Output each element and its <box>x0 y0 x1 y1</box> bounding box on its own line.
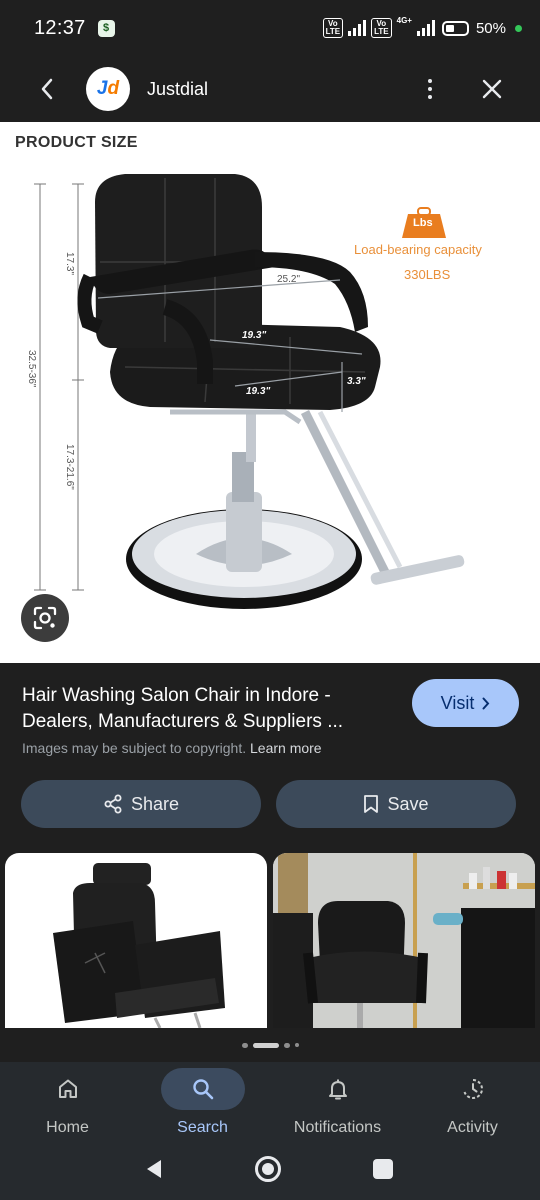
privacy-indicator-dot <box>515 24 522 32</box>
carousel-indicator <box>0 1028 540 1062</box>
nav-notifications-icon-wrap <box>296 1068 380 1110</box>
carousel-dot <box>283 1042 290 1048</box>
salon-interior-image <box>273 853 535 1028</box>
carousel-dot <box>294 1043 299 1047</box>
close-icon <box>482 79 502 99</box>
site-logo[interactable]: Jd <box>86 67 130 111</box>
logo-letter-j: J <box>96 78 108 99</box>
nav-activity-label: Activity <box>447 1119 498 1136</box>
back-button[interactable] <box>23 65 71 113</box>
site-name[interactable]: Justdial <box>147 79 208 100</box>
dim-seat-thickness: 3.3" <box>347 376 366 387</box>
system-home-icon[interactable] <box>255 1156 281 1182</box>
dim-backrest-height: 17.3" <box>64 252 75 276</box>
carousel-dot-active <box>252 1042 279 1048</box>
visit-button[interactable]: Visit <box>412 679 519 727</box>
main-image[interactable]: PRODUCT SIZE Lbs Load-bearing capacity 3… <box>0 122 540 663</box>
network-type: 4G+ <box>396 16 412 25</box>
system-back-icon[interactable] <box>145 1158 163 1180</box>
dim-seat-height: 17.3-21.6" <box>64 444 75 490</box>
share-button[interactable]: Share <box>21 780 261 828</box>
carousel-dot <box>241 1042 248 1048</box>
nav-activity[interactable]: Activity <box>405 1062 540 1142</box>
nav-home-icon-wrap <box>26 1068 110 1110</box>
system-recents-icon[interactable] <box>373 1159 393 1179</box>
reclining-chair-image <box>53 863 225 1028</box>
dim-seat-width: 19.3" <box>242 330 267 341</box>
battery-percent: 50% <box>475 19 506 37</box>
lens-icon <box>33 606 57 630</box>
kebab-icon[interactable] <box>410 65 450 113</box>
google-lens-button[interactable] <box>21 594 69 642</box>
chevron-left-icon <box>41 78 53 100</box>
copyright-notice: Images may be subject to copyright. Lear… <box>22 740 322 756</box>
close-button[interactable] <box>468 65 516 113</box>
product-size-heading: PRODUCT SIZE <box>15 134 138 151</box>
share-icon <box>104 794 122 814</box>
nav-activity-icon-wrap <box>431 1068 515 1110</box>
nav-home-label: Home <box>46 1119 89 1136</box>
notification-app-icon: $ <box>97 19 115 37</box>
system-navigation-bar <box>0 1142 540 1200</box>
related-image-2[interactable] <box>273 853 535 1028</box>
nav-notifications-label: Notifications <box>293 1119 382 1136</box>
nav-search-icon-wrap <box>160 1068 245 1110</box>
status-indicators: Vo LTE Vo LTE 4G+ 50% <box>322 16 522 38</box>
save-label: Save <box>387 793 429 814</box>
signal-icon-2 <box>416 20 435 36</box>
history-icon <box>463 1079 483 1099</box>
dim-seat-depth: 19.3" <box>246 386 271 397</box>
volte-badge-1: Vo LTE <box>322 18 344 38</box>
nav-search-label: Search <box>177 1119 228 1136</box>
capacity-value: 330LBS <box>404 267 451 282</box>
dim-arm-width: 25.2" <box>277 274 301 285</box>
signal-icon-1 <box>348 20 367 36</box>
capacity-label: Load-bearing capacity <box>354 242 482 257</box>
result-info: Hair Washing Salon Chair in Indore - Dea… <box>0 663 540 857</box>
learn-more-link[interactable]: Learn more <box>250 740 322 756</box>
status-bar: 12:37 $ Vo LTE Vo LTE 4G+ 50% <box>0 0 540 56</box>
chevron-right-icon <box>482 697 490 709</box>
bell-icon <box>328 1079 347 1100</box>
result-title[interactable]: Hair Washing Salon Chair in Indore - Dea… <box>22 683 392 735</box>
viewer-header: Jd Justdial <box>0 56 540 122</box>
save-button[interactable]: Save <box>276 780 516 828</box>
visit-label: Visit <box>440 692 475 713</box>
nav-notifications[interactable]: Notifications <box>270 1062 405 1142</box>
logo-letter-d: d <box>107 78 120 99</box>
share-label: Share <box>130 793 180 814</box>
bookmark-icon <box>364 795 379 813</box>
dim-total-height: 32.5-36" <box>26 350 37 388</box>
home-icon <box>58 1079 77 1098</box>
volte-badge-2: Vo LTE <box>371 18 392 38</box>
nav-home[interactable]: Home <box>0 1062 135 1142</box>
battery-icon <box>441 20 469 36</box>
weight-badge-text: Lbs <box>413 217 433 229</box>
search-icon <box>192 1079 213 1100</box>
nav-search[interactable]: Search <box>135 1062 270 1142</box>
status-time: 12:37 <box>34 16 86 39</box>
bottom-navigation: Home Search Notifications Activity <box>0 1062 540 1142</box>
related-image-1[interactable] <box>5 853 267 1028</box>
copyright-text: Images may be subject to copyright. <box>22 740 247 756</box>
